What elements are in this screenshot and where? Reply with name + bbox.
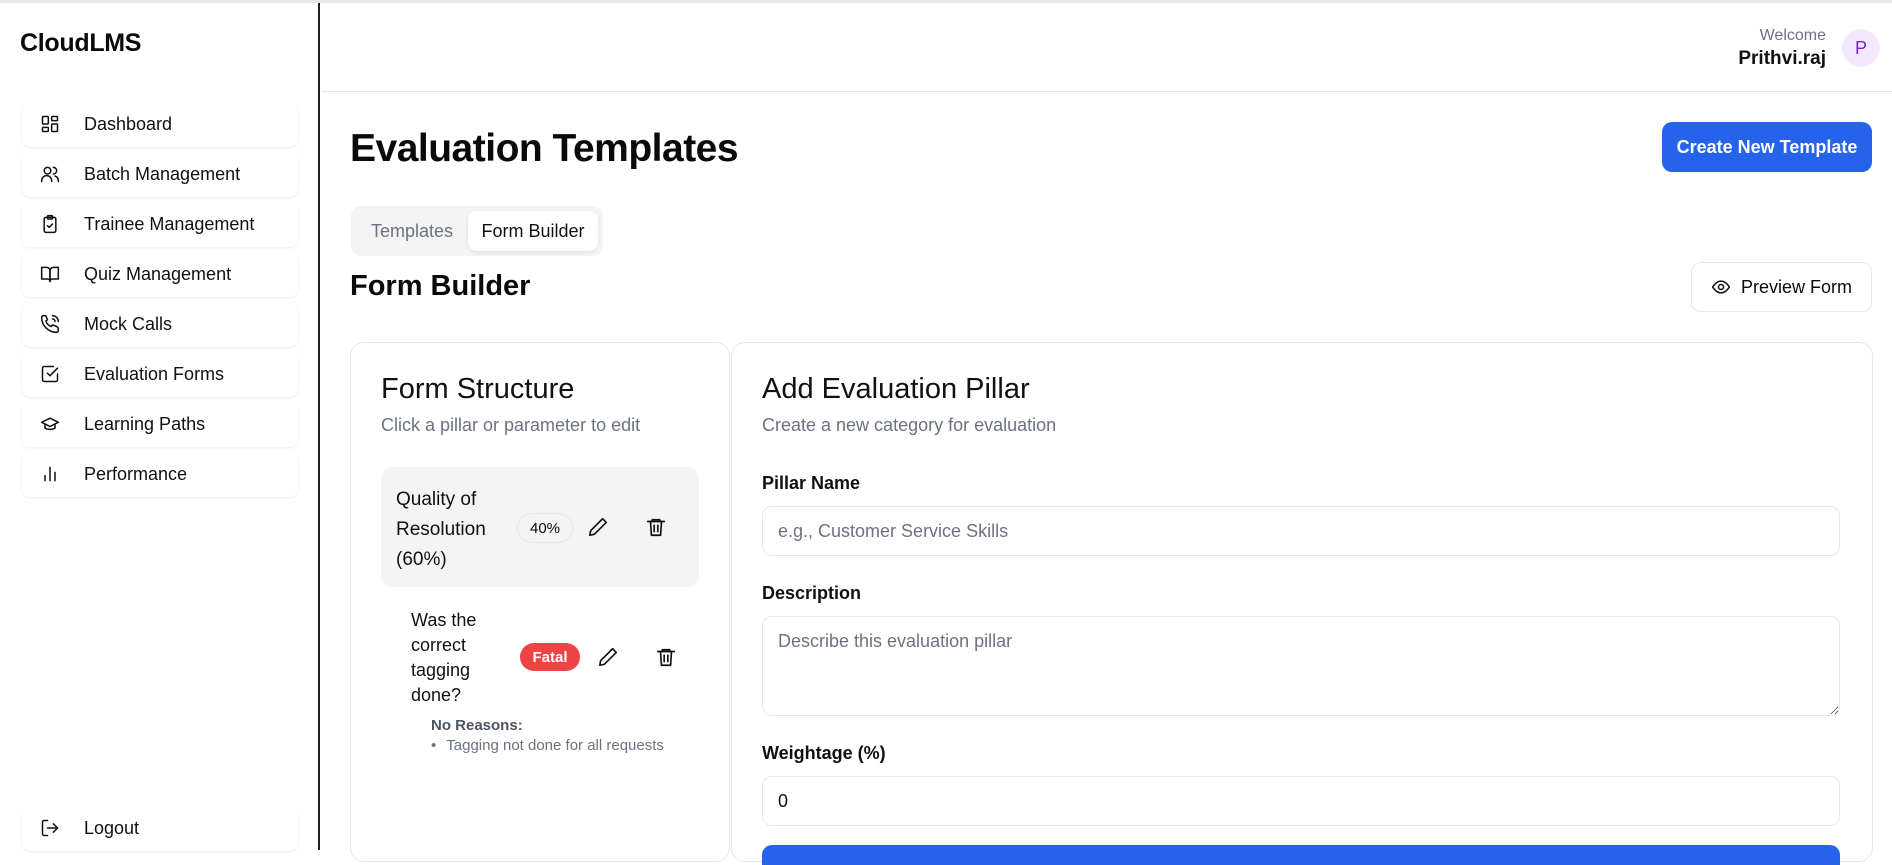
avatar[interactable]: P xyxy=(1842,29,1880,67)
check-square-icon xyxy=(22,364,84,384)
sidebar-item-label: Mock Calls xyxy=(84,313,173,334)
form-structure-card: Form Structure Click a pillar or paramet… xyxy=(350,342,730,862)
graduation-cap-icon xyxy=(22,414,84,434)
pencil-icon xyxy=(598,647,618,667)
sidebar-item-label: Performance xyxy=(84,463,188,484)
sidebar-item-quiz-management[interactable]: Quiz Management xyxy=(22,251,298,297)
add-pillar-title: Add Evaluation Pillar xyxy=(762,373,1030,405)
description-label: Description xyxy=(762,583,862,603)
sidebar-item-label: Learning Paths xyxy=(84,413,206,434)
logout-icon xyxy=(22,818,84,838)
add-pillar-card: Add Evaluation Pillar Create a new categ… xyxy=(731,342,1873,865)
pillar-name-input[interactable] xyxy=(762,506,1840,556)
phone-call-icon xyxy=(22,314,84,334)
weightage-input[interactable] xyxy=(762,776,1840,826)
tab-templates[interactable]: Templates xyxy=(356,211,468,251)
user-name: Prithvi.raj xyxy=(1738,48,1826,69)
sidebar-item-trainee-management[interactable]: Trainee Management xyxy=(22,201,298,247)
sidebar-item-label: Dashboard xyxy=(84,113,173,134)
eye-icon xyxy=(1711,280,1731,294)
edit-pillar-button[interactable] xyxy=(573,502,623,552)
brand-logo: CloudLMS xyxy=(20,29,142,57)
pillar-name-label: Pillar Name xyxy=(762,473,861,493)
form-structure-subtitle: Click a pillar or parameter to edit xyxy=(381,415,641,435)
pencil-icon xyxy=(588,517,608,537)
sidebar-item-batch-management[interactable]: Batch Management xyxy=(22,151,298,197)
sidebar-item-evaluation-forms[interactable]: Evaluation Forms xyxy=(22,351,298,397)
tab-list: Templates Form Builder xyxy=(351,206,603,256)
sidebar-item-label: Quiz Management xyxy=(84,263,232,284)
sidebar-item-mock-calls[interactable]: Mock Calls xyxy=(22,301,298,347)
pillar-name: Quality of Resolution (60%) xyxy=(396,489,486,570)
section-title: Form Builder xyxy=(350,270,531,302)
weightage-label: Weightage (%) xyxy=(762,743,886,763)
book-open-icon xyxy=(22,264,84,284)
weightage-badge: 40% xyxy=(517,513,573,543)
bar-chart-icon xyxy=(22,464,84,484)
sidebar-item-label: Evaluation Forms xyxy=(84,363,225,384)
tab-form-builder[interactable]: Form Builder xyxy=(468,211,598,251)
add-pillar-submit-button[interactable] xyxy=(762,845,1840,865)
preview-form-button[interactable]: Preview Form xyxy=(1691,262,1872,312)
description-textarea[interactable] xyxy=(762,616,1840,716)
parameter-question[interactable]: Was the correct tagging done? xyxy=(411,608,501,708)
page-title: Evaluation Templates xyxy=(350,127,739,170)
trash-icon xyxy=(646,518,666,537)
top-header: Welcome Prithvi.raj P xyxy=(322,3,1892,92)
form-structure-title: Form Structure xyxy=(381,373,575,405)
sidebar-item-performance[interactable]: Performance xyxy=(22,451,298,497)
logout-button[interactable]: Logout xyxy=(22,805,298,851)
sidebar-item-label: Trainee Management xyxy=(84,213,255,234)
preview-form-label: Preview Form xyxy=(1740,276,1852,297)
clipboard-check-icon xyxy=(22,214,84,234)
dashboard-icon xyxy=(22,114,84,134)
logout-label: Logout xyxy=(84,817,140,838)
add-pillar-subtitle: Create a new category for evaluation xyxy=(762,415,1057,435)
users-icon xyxy=(22,164,84,184)
sidebar: CloudLMS Dashboard Batch Management Trai… xyxy=(0,3,320,850)
fatal-badge: Fatal xyxy=(520,643,580,671)
user-greeting: Welcome Prithvi.raj xyxy=(1738,27,1826,70)
reason-list-item: Tagging not done for all requests xyxy=(431,737,664,754)
delete-pillar-button[interactable] xyxy=(631,502,681,552)
sidebar-item-learning-paths[interactable]: Learning Paths xyxy=(22,401,298,447)
trash-icon xyxy=(656,648,676,667)
edit-parameter-button[interactable] xyxy=(583,632,633,682)
delete-parameter-button[interactable] xyxy=(641,632,691,682)
no-reasons-label: No Reasons: xyxy=(431,717,523,734)
sidebar-item-dashboard[interactable]: Dashboard xyxy=(22,101,298,147)
create-new-template-button[interactable]: Create New Template xyxy=(1662,122,1872,172)
welcome-text: Welcome xyxy=(1759,27,1826,44)
sidebar-item-label: Batch Management xyxy=(84,163,241,184)
pillar-item[interactable]: Quality of Resolution (60%) 40% xyxy=(381,467,699,587)
sidebar-nav: Dashboard Batch Management Trainee Manag… xyxy=(22,101,298,501)
